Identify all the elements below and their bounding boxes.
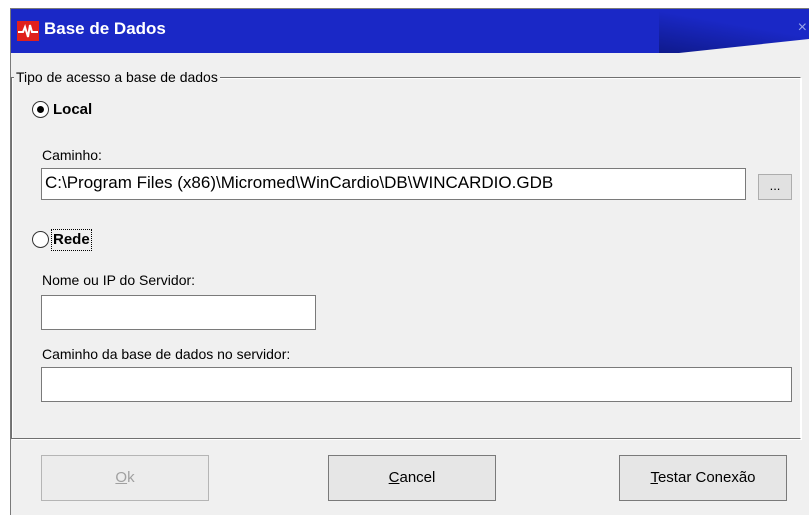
network-radio[interactable]: [32, 231, 49, 248]
server-db-path-input[interactable]: [41, 367, 792, 402]
ok-mnemonic: O: [115, 469, 128, 486]
access-type-legend: Tipo de acesso a base de dados: [14, 69, 220, 86]
server-db-path-label: Caminho da base de dados no servidor:: [42, 346, 291, 362]
server-input[interactable]: [41, 295, 316, 330]
window-title: Base de Dados: [44, 19, 166, 38]
path-input[interactable]: C:\Program Files (x86)\Micromed\WinCardi…: [41, 168, 746, 200]
network-radio-label[interactable]: Rede: [51, 229, 92, 251]
browse-button[interactable]: ...: [758, 174, 792, 200]
title-bar[interactable]: Base de Dados ×: [11, 9, 809, 53]
ok-label-rest: k: [127, 469, 135, 486]
test-connection-button[interactable]: Testar Conexão: [619, 455, 787, 501]
cancel-mnemonic: C: [388, 469, 400, 486]
server-label: Nome ou IP do Servidor:: [42, 272, 196, 288]
close-icon[interactable]: ×: [798, 19, 807, 37]
cancel-button[interactable]: Cancel: [328, 455, 496, 501]
test-mnemonic: T: [650, 469, 658, 486]
path-label: Caminho:: [42, 147, 102, 163]
local-radio[interactable]: [32, 101, 49, 118]
database-dialog: Base de Dados × Tipo de acesso a base de…: [10, 8, 809, 515]
title-bar-notch: [679, 39, 809, 53]
local-radio-label[interactable]: Local: [53, 101, 92, 119]
test-label-rest: estar Conexão: [657, 469, 756, 486]
cancel-label-rest: ancel: [399, 469, 436, 486]
heartbeat-icon: [17, 21, 39, 41]
ok-button[interactable]: Ok: [41, 455, 209, 501]
radio-selected-dot: [37, 106, 44, 113]
